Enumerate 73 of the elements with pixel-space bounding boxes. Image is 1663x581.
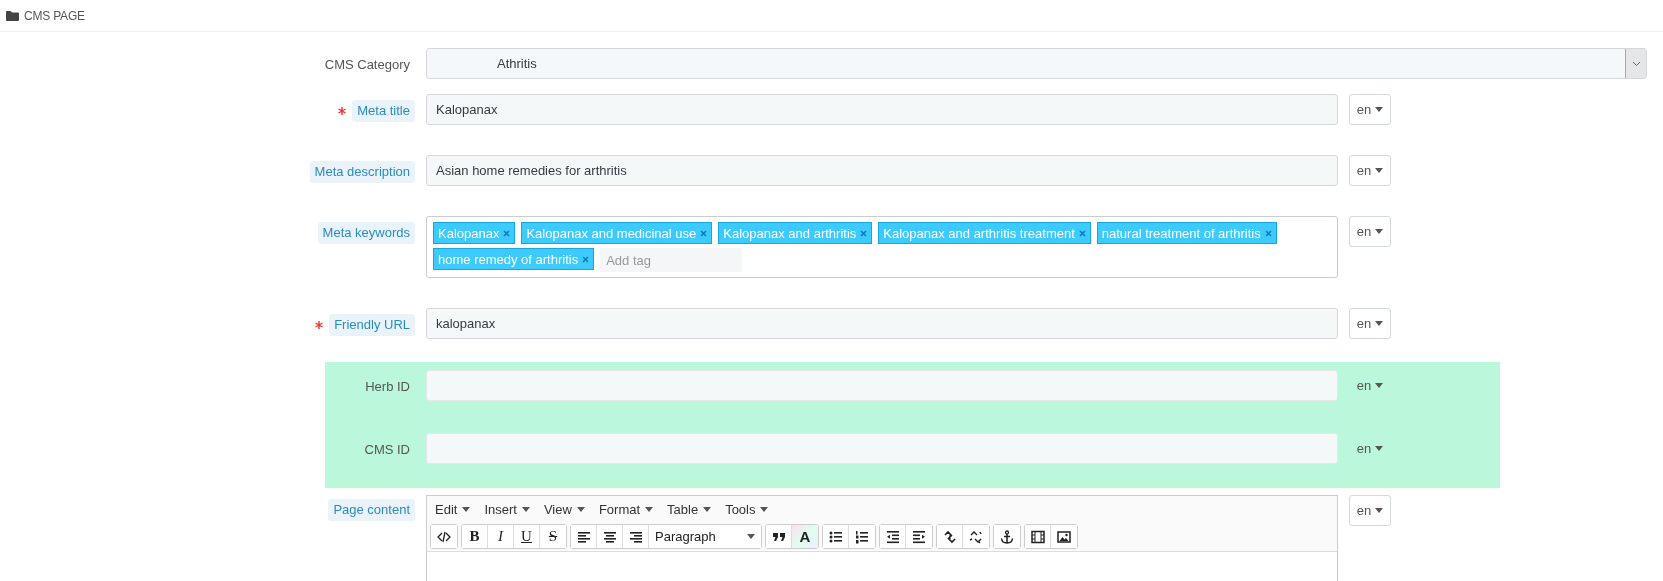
field-label: Meta keywords [317, 222, 415, 244]
code-icon [437, 529, 451, 544]
language-dropdown[interactable]: en [1349, 370, 1391, 401]
toolbar-button[interactable] [431, 525, 457, 548]
tag: Kalopanax [433, 222, 516, 244]
tag: Kalopanax and arthritis treatment [878, 222, 1091, 244]
field-label: Meta description [309, 161, 415, 183]
align-right-icon [628, 529, 643, 544]
chevron-down-icon [1631, 60, 1641, 67]
film-icon [1030, 529, 1045, 544]
caret-icon [1375, 107, 1384, 112]
menu-item[interactable]: Format [598, 502, 654, 516]
category-select[interactable]: Athritis [426, 48, 1647, 79]
caret-icon [1375, 168, 1384, 173]
menu-item[interactable]: View [543, 502, 585, 516]
menu-item[interactable]: Tools [725, 502, 769, 516]
indent-icon [912, 529, 926, 544]
language-dropdown[interactable]: en [1349, 495, 1391, 526]
menu-item[interactable]: Table [667, 502, 712, 516]
toolbar-button[interactable] [1025, 525, 1051, 548]
image-icon [1057, 529, 1071, 544]
text-color-button[interactable]: A [792, 525, 818, 548]
numbered-list-icon [855, 529, 869, 544]
field-label: CMS Category [323, 56, 411, 74]
caret-icon [1375, 508, 1384, 513]
caret-icon [703, 506, 712, 512]
caret-icon [1375, 383, 1384, 388]
panel-title: CMS PAGE [24, 8, 85, 23]
field-label: CMS ID [363, 441, 411, 459]
language-dropdown[interactable]: en [1349, 94, 1391, 125]
bold-button[interactable]: B [462, 525, 488, 548]
caret-icon [462, 506, 471, 512]
toolbar-button[interactable] [880, 525, 906, 548]
language-dropdown[interactable]: en [1349, 308, 1391, 339]
tag: home remedy of arthritis [433, 248, 595, 270]
toolbar-button[interactable] [994, 525, 1020, 548]
tag: Kalopanax and arthritis [718, 222, 873, 244]
menu-item[interactable]: Edit [435, 502, 471, 516]
caret-icon [645, 506, 654, 512]
toolbar-button[interactable] [937, 525, 963, 548]
toolbar-button[interactable] [823, 525, 849, 548]
menu-item[interactable]: Insert [484, 502, 530, 516]
toolbar-button[interactable] [766, 525, 792, 548]
field-label: Page content [328, 499, 415, 521]
caret-icon [521, 506, 530, 512]
caret-icon [576, 506, 585, 512]
caret-icon [760, 506, 769, 512]
text-field[interactable] [426, 370, 1338, 401]
field-label: Herb ID [364, 378, 411, 396]
field-label: Meta title [352, 100, 415, 122]
text-field[interactable]: kalopanax [426, 308, 1338, 339]
text-field[interactable]: Kalopanax [426, 94, 1338, 125]
text-field[interactable]: Asian home remedies for arthritis [426, 155, 1338, 186]
language-dropdown[interactable]: en [1349, 433, 1391, 464]
language-dropdown[interactable]: en [1349, 216, 1391, 247]
align-left-icon [576, 529, 591, 544]
field-label: Friendly URL [329, 314, 415, 336]
caret-icon [1375, 229, 1384, 234]
caret-icon [747, 534, 755, 539]
add-tag-input[interactable]: Add tag [600, 248, 743, 272]
tag: natural treatment of arthritis [1096, 222, 1277, 244]
caret-icon [1375, 446, 1384, 451]
bullet-list-icon [828, 529, 843, 544]
language-dropdown[interactable]: en [1349, 155, 1391, 186]
caret-icon [1375, 321, 1384, 326]
folder-icon [6, 10, 19, 21]
tag: Kalopanax and medicinal use [521, 222, 713, 244]
outdent-icon [885, 529, 900, 544]
toolbar-button[interactable] [571, 525, 597, 548]
align-center-icon [602, 529, 617, 544]
rich-text-editor[interactable]: Edit Insert View Format Table Tools B I U S Paragraph A [426, 495, 1338, 581]
anchor-icon [1000, 529, 1014, 544]
text-field[interactable] [426, 433, 1338, 464]
